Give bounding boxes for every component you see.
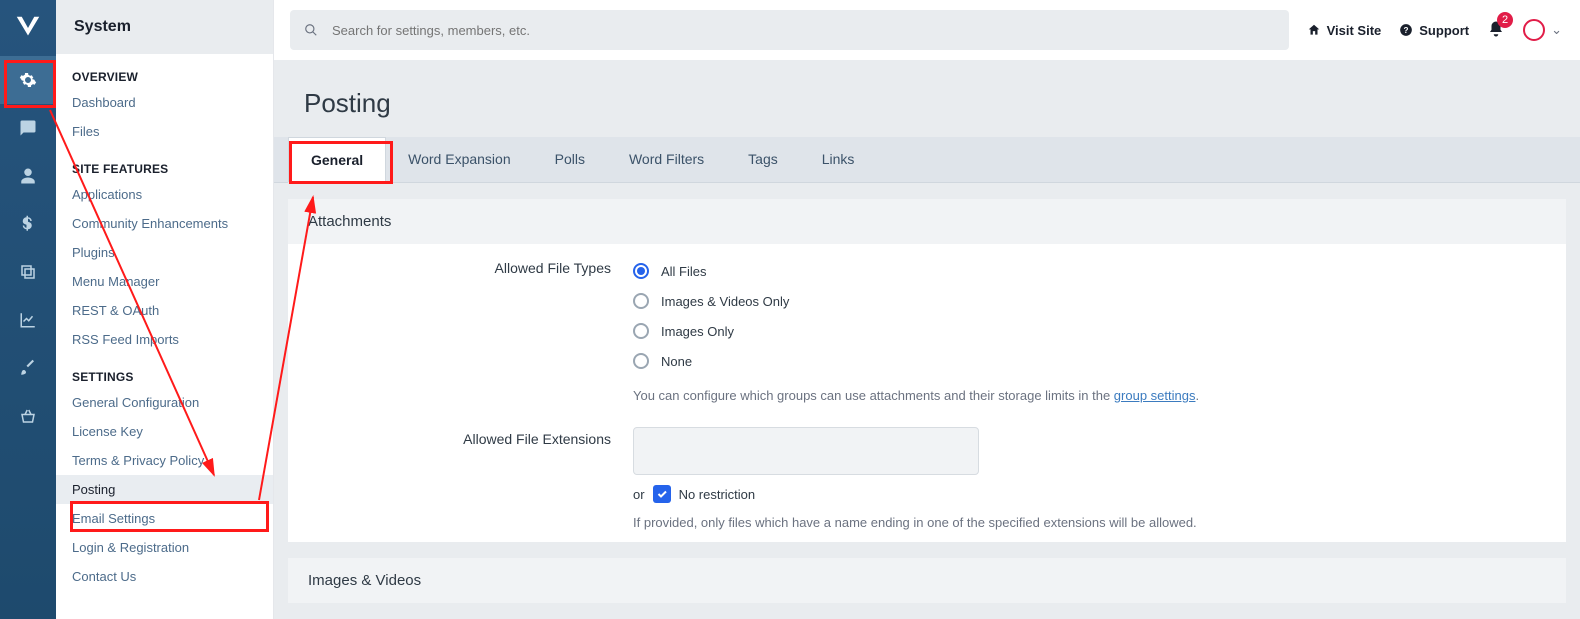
sidebar-heading-settings: SETTINGS [56, 354, 273, 388]
user-menu[interactable]: ⌄ [1523, 19, 1562, 41]
tabs: General Word Expansion Polls Word Filter… [274, 137, 1580, 183]
sidebar-item-general-configuration[interactable]: General Configuration [56, 388, 273, 417]
brand-logo[interactable] [0, 0, 56, 56]
support-link[interactable]: ? Support [1399, 23, 1469, 38]
or-text: or [633, 487, 645, 502]
sidebar-item-files[interactable]: Files [56, 117, 273, 146]
sidebar-item-menu-manager[interactable]: Menu Manager [56, 267, 273, 296]
rail-item-copy[interactable] [0, 248, 56, 296]
content-area: Attachments Allowed File Types All Files… [274, 183, 1580, 619]
avatar [1523, 19, 1545, 41]
sidebar-item-rest-oauth[interactable]: REST & OAuth [56, 296, 273, 325]
sidebar-item-contact-us[interactable]: Contact Us [56, 562, 273, 591]
sidebar-title: System [56, 0, 273, 54]
rail-item-dollar[interactable] [0, 200, 56, 248]
sidebar-item-dashboard[interactable]: Dashboard [56, 88, 273, 117]
no-restriction-label: No restriction [679, 487, 756, 502]
tab-word-expansion[interactable]: Word Expansion [386, 137, 532, 182]
no-restriction-checkbox[interactable] [653, 485, 671, 503]
panel-images-videos: Images & Videos [288, 558, 1566, 603]
icon-rail [0, 0, 56, 619]
panel-attachments: Attachments Allowed File Types All Files… [288, 199, 1566, 542]
svg-text:?: ? [1404, 26, 1409, 35]
panel-heading-images-videos: Images & Videos [288, 558, 1566, 603]
radio-all-files[interactable]: All Files [633, 256, 1536, 286]
visit-site-label: Visit Site [1327, 23, 1382, 38]
main: Visit Site ? Support 2 ⌄ Posting General… [274, 0, 1580, 619]
allowed-file-extensions-label: Allowed File Extensions [288, 427, 633, 530]
sidebar-item-plugins[interactable]: Plugins [56, 238, 273, 267]
home-icon [1307, 23, 1321, 37]
radio-images-videos[interactable]: Images & Videos Only [633, 286, 1536, 316]
page-header: Posting [274, 60, 1580, 137]
allowed-file-types-help: You can configure which groups can use a… [633, 388, 1536, 403]
sidebar-item-posting[interactable]: Posting [56, 475, 273, 504]
rail-item-brush[interactable] [0, 344, 56, 392]
rail-item-user[interactable] [0, 152, 56, 200]
radio-label: None [661, 354, 692, 369]
sidebar-heading-overview: OVERVIEW [56, 54, 273, 88]
rail-item-basket[interactable] [0, 392, 56, 440]
radio-label: Images & Videos Only [661, 294, 789, 309]
sidebar-item-license-key[interactable]: License Key [56, 417, 273, 446]
panel-heading-attachments: Attachments [288, 199, 1566, 244]
sidebar-item-terms-privacy[interactable]: Terms & Privacy Policy [56, 446, 273, 475]
sidebar-heading-site-features: SITE FEATURES [56, 146, 273, 180]
sidebar-item-email-settings[interactable]: Email Settings [56, 504, 273, 533]
check-icon [656, 488, 668, 500]
radio-label: Images Only [661, 324, 734, 339]
visit-site-link[interactable]: Visit Site [1307, 23, 1382, 38]
tab-links[interactable]: Links [800, 137, 877, 182]
tab-tags[interactable]: Tags [726, 137, 800, 182]
radio-icon [633, 353, 649, 369]
notification-badge: 2 [1497, 12, 1513, 28]
rail-item-comments[interactable] [0, 104, 56, 152]
radio-none[interactable]: None [633, 346, 1536, 376]
allowed-file-extensions-help: If provided, only files which have a nam… [633, 515, 1536, 530]
radio-icon [633, 293, 649, 309]
allowed-file-types-label: Allowed File Types [288, 256, 633, 403]
tab-general[interactable]: General [288, 137, 386, 183]
sidebar-item-applications[interactable]: Applications [56, 180, 273, 209]
rail-item-chart[interactable] [0, 296, 56, 344]
rail-item-settings[interactable] [0, 56, 56, 104]
allowed-file-extensions-input[interactable] [633, 427, 979, 475]
radio-icon [633, 323, 649, 339]
notifications-button[interactable]: 2 [1487, 20, 1505, 41]
radio-label: All Files [661, 264, 707, 279]
tab-polls[interactable]: Polls [533, 137, 607, 182]
search-box[interactable] [290, 10, 1289, 50]
search-icon [304, 23, 318, 37]
support-label: Support [1419, 23, 1469, 38]
group-settings-link[interactable]: group settings [1114, 388, 1196, 403]
radio-icon [633, 263, 649, 279]
topbar: Visit Site ? Support 2 ⌄ [274, 0, 1580, 60]
chevron-down-icon: ⌄ [1551, 22, 1562, 38]
help-icon: ? [1399, 23, 1413, 37]
search-input[interactable] [332, 23, 1275, 38]
sidebar-item-login-registration[interactable]: Login & Registration [56, 533, 273, 562]
sidebar: System OVERVIEW Dashboard Files SITE FEA… [56, 0, 274, 619]
tab-word-filters[interactable]: Word Filters [607, 137, 726, 182]
page-title: Posting [304, 88, 1550, 119]
sidebar-item-community-enhancements[interactable]: Community Enhancements [56, 209, 273, 238]
sidebar-item-rss[interactable]: RSS Feed Imports [56, 325, 273, 354]
radio-images-only[interactable]: Images Only [633, 316, 1536, 346]
